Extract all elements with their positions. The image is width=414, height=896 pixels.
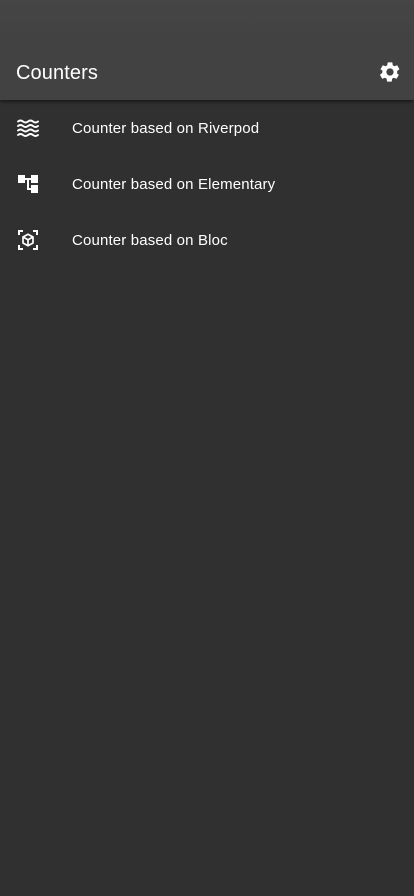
settings-gear-icon xyxy=(380,62,400,82)
account-tree-icon xyxy=(18,175,38,193)
app-bar: Counters xyxy=(0,0,414,100)
status-bar xyxy=(0,0,414,44)
settings-button[interactable] xyxy=(372,48,408,96)
list-item-label: Counter based on Bloc xyxy=(72,232,228,249)
counter-list: Counter based on Riverpod Counter based … xyxy=(0,100,414,268)
list-item-elementary-counter[interactable]: Counter based on Elementary xyxy=(0,156,414,212)
page-title: Counters xyxy=(16,62,98,84)
view-in-ar-icon xyxy=(18,230,38,250)
toolbar: Counters xyxy=(0,44,414,100)
app-screen: Counters Counter based on Riverpod Count… xyxy=(0,0,414,896)
list-item-label: Counter based on Riverpod xyxy=(72,120,260,137)
list-item-riverpod-counter[interactable]: Counter based on Riverpod xyxy=(0,100,414,156)
list-item-label: Counter based on Elementary xyxy=(72,176,276,193)
list-item-bloc-counter[interactable]: Counter based on Bloc xyxy=(0,212,414,268)
waves-icon xyxy=(17,119,39,137)
